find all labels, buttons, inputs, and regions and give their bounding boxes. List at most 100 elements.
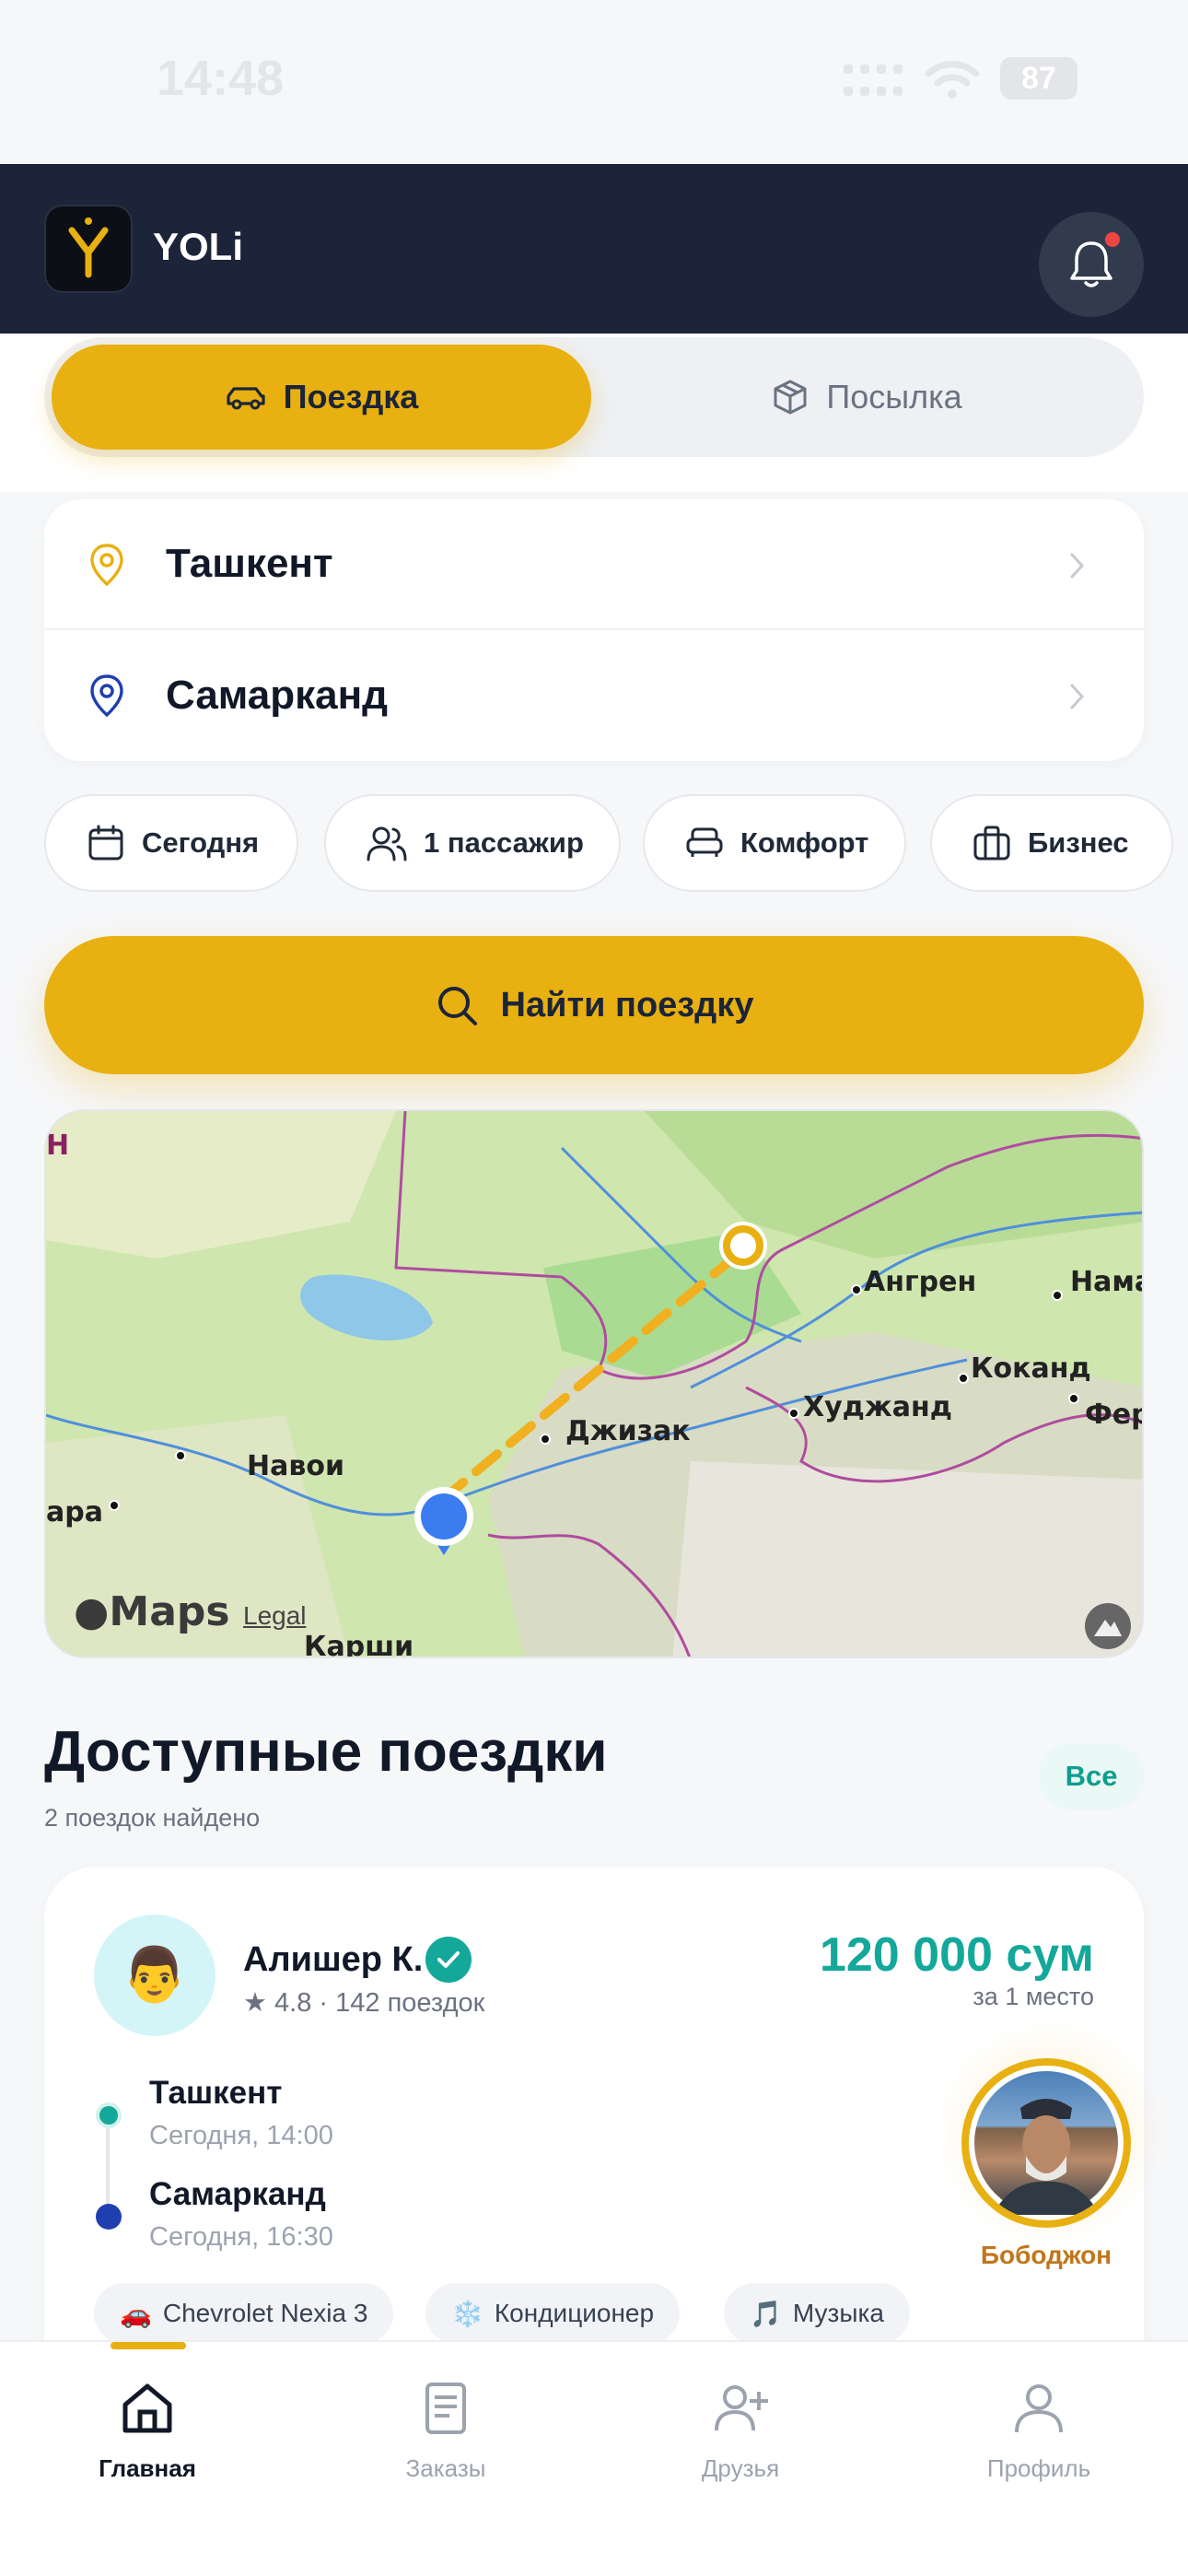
tab-profile-label: Профиль	[986, 2454, 1091, 2482]
car-icon: 🚗	[120, 2299, 152, 2328]
tab-ride[interactable]: Поездка	[52, 345, 591, 450]
map-label-namangan: Нама	[1070, 1266, 1142, 1298]
app-logo	[44, 205, 133, 293]
app-header: YOLi	[0, 164, 1188, 334]
maps-attribution: ●Maps	[74, 1588, 230, 1635]
map-city-dot	[1068, 1393, 1079, 1404]
active-tab-indicator	[111, 2342, 186, 2349]
check-icon	[437, 1951, 460, 1968]
notifications-button[interactable]	[1039, 212, 1144, 317]
from-field[interactable]: Ташкент	[44, 499, 1144, 630]
origin-dot	[96, 2102, 122, 2128]
route-map[interactable]: Навои Джизак Худжанд Ангрен Коканд Нама …	[44, 1109, 1144, 1658]
guide-name: Бободжон	[980, 2241, 1112, 2269]
map-label-navoi: Навои	[247, 1450, 344, 1482]
map-city-dot	[1052, 1290, 1063, 1301]
map-label-khujand: Худжанд	[803, 1391, 952, 1423]
avatar: 👨	[94, 1914, 215, 2036]
destination-pin-icon	[90, 674, 123, 718]
map-city-dot	[958, 1373, 969, 1384]
tab-orders-label: Заказы	[405, 2454, 486, 2482]
map-city-dot	[109, 1500, 120, 1511]
status-bar: 14:48 87	[0, 0, 1188, 164]
map-city-dot	[788, 1408, 799, 1419]
tab-parcel[interactable]: Посылка	[597, 345, 1136, 450]
map-label-fergana: Фер	[1085, 1399, 1142, 1431]
to-city: Самарканд	[166, 673, 389, 718]
date-chip[interactable]: Сегодня	[44, 794, 298, 892]
map-label-angren: Ангрен	[864, 1266, 977, 1298]
orders-icon	[425, 2383, 466, 2434]
origin-pin-icon	[90, 544, 123, 587]
ac-tag: ❄️ Кондиционер	[425, 2283, 681, 2344]
guide-photo	[974, 2071, 1118, 2215]
price-note: за 1 место	[973, 1983, 1094, 2010]
filter-chips: Сегодня 1 пассажир Комфорт Бизнес	[44, 794, 1188, 892]
date-chip-label: Сегодня	[142, 826, 260, 859]
notification-badge	[1105, 232, 1120, 247]
status-time: 14:48	[157, 51, 285, 106]
car-icon	[227, 387, 265, 410]
logo-y-icon	[68, 217, 109, 278]
sofa-icon	[686, 827, 723, 857]
tab-home[interactable]: Главная	[37, 2379, 258, 2483]
music-tag: 🎵 Музыка	[724, 2283, 910, 2344]
car-tag-label: Chevrolet Nexia 3	[162, 2299, 368, 2327]
tab-parcel-label: Посылка	[826, 378, 962, 416]
view-all-button[interactable]: Все	[1039, 1743, 1144, 1809]
tab-friends[interactable]: Друзья	[630, 2379, 851, 2483]
chevron-right-icon	[1070, 684, 1085, 709]
verified-badge	[425, 1937, 472, 1983]
trip-price: 120 000 сум	[819, 1928, 1094, 1982]
map-city-dot	[851, 1284, 862, 1295]
tab-friends-label: Друзья	[701, 2454, 780, 2482]
passengers-chip[interactable]: 1 пассажир	[324, 794, 621, 892]
destination-city: Самарканд	[149, 2176, 326, 2212]
map-terrain	[46, 1111, 1142, 1657]
map-label-jizzakh: Джизак	[565, 1415, 691, 1447]
add-friend-icon	[715, 2385, 768, 2431]
tab-orders[interactable]: Заказы	[335, 2379, 556, 2483]
brand-name: YOLi	[153, 225, 244, 268]
mode-switch-area: Поездка Посылка	[0, 334, 1188, 492]
package-icon	[774, 380, 807, 415]
bottom-tab-bar: Главная Заказы Друзья Профиль	[0, 2340, 1188, 2576]
users-icon	[367, 826, 407, 861]
legal-link[interactable]: Legal	[243, 1601, 307, 1631]
battery-indicator: 87	[1000, 57, 1077, 100]
map-terrain-button[interactable]	[1085, 1603, 1131, 1649]
tab-home-label: Главная	[99, 2454, 196, 2482]
passengers-chip-label: 1 пассажир	[424, 826, 584, 859]
cellular-signal-icon	[844, 64, 903, 96]
arrival-time: Сегодня, 16:30	[149, 2222, 333, 2252]
tab-profile[interactable]: Профиль	[928, 2379, 1149, 2483]
car-tag: 🚗 Chevrolet Nexia 3	[94, 2283, 394, 2344]
comfort-chip-label: Комфорт	[740, 826, 869, 859]
map-city-dot	[540, 1434, 551, 1445]
departure-time: Сегодня, 14:00	[149, 2121, 333, 2150]
profile-icon	[1015, 2384, 1063, 2433]
wifi-icon	[925, 61, 980, 99]
guide-avatar	[969, 2066, 1124, 2220]
bell-icon	[1070, 241, 1112, 287]
to-field[interactable]: Самарканд	[44, 630, 1144, 761]
snowflake-icon: ❄️	[451, 2299, 483, 2328]
mountain-icon	[1094, 1620, 1122, 1636]
destination-dot	[96, 2204, 122, 2230]
search-icon	[437, 987, 477, 1025]
origin-city: Ташкент	[149, 2075, 283, 2111]
home-icon	[122, 2383, 172, 2433]
map-label-kokand: Коканд	[971, 1352, 1091, 1385]
calendar-icon	[88, 825, 123, 861]
ac-tag-label: Кондиционер	[494, 2299, 655, 2327]
map-label-edge: Н	[46, 1130, 70, 1162]
guide-avatar-button[interactable]	[961, 2058, 1131, 2228]
comfort-chip[interactable]: Комфорт	[643, 794, 906, 892]
route-card: Ташкент Самарканд	[44, 499, 1144, 761]
chevron-right-icon	[1070, 553, 1085, 579]
driver-rating: ★ 4.8 · 142 поездок	[243, 1988, 485, 2018]
music-icon: 🎵	[750, 2299, 782, 2328]
portrait-icon	[993, 2099, 1100, 2215]
find-trip-button[interactable]: Найти поездку	[44, 936, 1144, 1074]
business-chip[interactable]: Бизнес	[930, 794, 1173, 892]
